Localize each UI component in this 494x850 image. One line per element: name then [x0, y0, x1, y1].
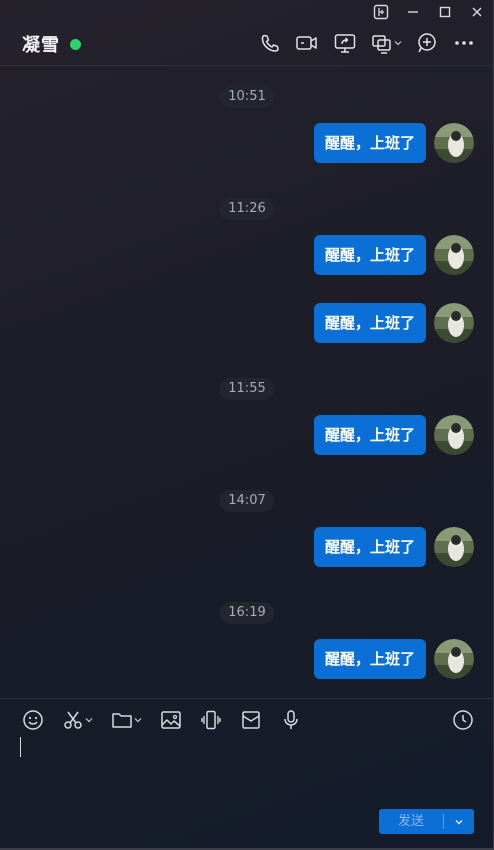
- remote-assist-icon[interactable]: [371, 30, 402, 56]
- timestamp-pill: 11:26: [219, 198, 275, 220]
- message-bubble[interactable]: 醒醒，上班了: [313, 415, 426, 455]
- message-row: 醒醒，上班了: [313, 527, 474, 567]
- message-row: 醒醒，上班了: [313, 303, 474, 343]
- emoji-icon[interactable]: [22, 709, 44, 731]
- send-options-button[interactable]: [444, 809, 474, 834]
- contact-info[interactable]: 凝雪: [22, 31, 81, 57]
- chevron-down-icon: [85, 718, 93, 723]
- message-bubble[interactable]: 醒醒，上班了: [313, 303, 426, 343]
- maximize-icon[interactable]: [429, 0, 461, 24]
- message-row: 醒醒，上班了: [313, 235, 474, 275]
- text-caret: [20, 737, 21, 757]
- voice-icon[interactable]: [280, 709, 302, 731]
- message-bubble[interactable]: 醒醒，上班了: [313, 527, 426, 567]
- more-icon[interactable]: [452, 30, 476, 56]
- timestamp-pill: 11:55: [219, 378, 275, 400]
- message-row: 醒醒，上班了: [313, 123, 474, 163]
- pin-icon[interactable]: [365, 0, 397, 24]
- send-button[interactable]: 发送: [379, 809, 443, 834]
- screen-share-icon[interactable]: [333, 30, 357, 56]
- avatar[interactable]: [434, 123, 474, 163]
- avatar[interactable]: [434, 639, 474, 679]
- timestamp-pill: 16:19: [219, 602, 275, 624]
- video-call-icon[interactable]: [295, 30, 319, 56]
- contact-name[interactable]: 凝雪: [22, 31, 60, 57]
- chevron-down-icon: [134, 718, 142, 723]
- image-icon[interactable]: [160, 709, 182, 731]
- red-packet-icon[interactable]: [240, 709, 262, 731]
- avatar[interactable]: [434, 303, 474, 343]
- avatar[interactable]: [434, 235, 474, 275]
- message-bubble[interactable]: 醒醒，上班了: [313, 235, 426, 275]
- window-controls: [365, 0, 493, 24]
- add-member-icon[interactable]: [416, 30, 438, 56]
- send-button-group: 发送: [379, 809, 474, 834]
- message-row: 醒醒，上班了: [313, 415, 474, 455]
- message-composer: 发送: [0, 698, 494, 850]
- online-status-indicator: [70, 38, 81, 50]
- avatar[interactable]: [434, 415, 474, 455]
- minimize-icon[interactable]: [397, 0, 429, 24]
- header-toolbar: [245, 30, 476, 56]
- chat-window: 凝雪 10:51 醒醒，上班了 11:26 醒醒，上班了 醒醒，上班了 11:5…: [0, 0, 494, 850]
- send-divider: [443, 809, 444, 834]
- clock-icon[interactable]: [452, 709, 474, 735]
- phone-icon[interactable]: [259, 30, 281, 56]
- avatar[interactable]: [434, 527, 474, 567]
- folder-icon[interactable]: [111, 709, 142, 731]
- screenshot-icon[interactable]: [62, 709, 93, 731]
- chevron-down-icon: [455, 819, 463, 824]
- message-row: 醒醒，上班了: [313, 639, 474, 679]
- composer-toolbar: [22, 709, 320, 731]
- chevron-down-icon: [394, 41, 402, 46]
- chat-header: 凝雪: [0, 24, 494, 66]
- message-bubble[interactable]: 醒醒，上班了: [313, 123, 426, 163]
- close-icon[interactable]: [461, 0, 493, 24]
- timestamp-pill: 14:07: [219, 490, 275, 512]
- shake-icon[interactable]: [200, 709, 222, 731]
- message-list[interactable]: 10:51 醒醒，上班了 11:26 醒醒，上班了 醒醒，上班了 11:55 醒…: [0, 67, 494, 697]
- timestamp-pill: 10:51: [219, 86, 275, 108]
- message-bubble[interactable]: 醒醒，上班了: [313, 639, 426, 679]
